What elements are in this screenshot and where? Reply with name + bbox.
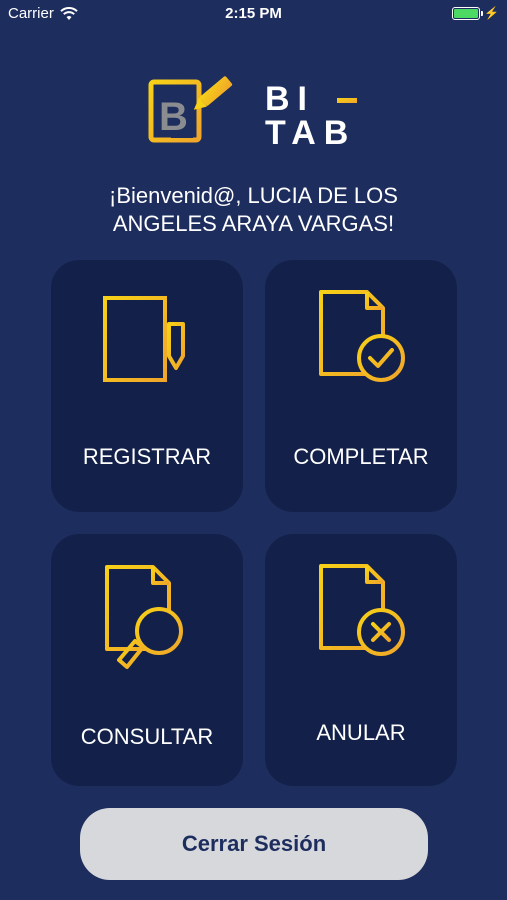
anular-button[interactable]: ANULAR [265, 534, 457, 786]
logo-text-line1: BI [265, 80, 315, 118]
document-cancel-icon [319, 564, 405, 656]
registrar-label: REGISTRAR [82, 444, 212, 469]
consultar-label: CONSULTAR [80, 724, 214, 749]
anular-label: ANULAR [316, 720, 406, 745]
logout-button[interactable]: Cerrar Sesión [80, 808, 428, 880]
document-search-icon [105, 565, 183, 669]
battery-status: ⚡ [452, 6, 499, 20]
status-time: 2:15 PM [225, 5, 282, 22]
document-check-icon [319, 290, 405, 382]
registrar-button[interactable]: REGISTRAR [51, 260, 243, 512]
welcome-line-1: ¡Bienvenid@, LUCIA DE LOS [109, 183, 398, 208]
app-logo: B BI TAB [148, 76, 357, 152]
logo-text-line2: TAB [265, 114, 356, 152]
battery-icon [452, 6, 484, 20]
completar-button[interactable]: COMPLETAR [265, 260, 457, 512]
b-pencil-logo-icon: B [148, 76, 233, 143]
completar-label: COMPLETAR [293, 444, 429, 469]
welcome-message: ¡Bienvenid@, LUCIA DE LOS ANGELES ARAYA … [40, 182, 467, 238]
document-pencil-icon [103, 296, 185, 382]
status-bar: Carrier 2:15 PM ⚡ [0, 0, 507, 28]
charging-bolt-icon: ⚡ [484, 6, 499, 20]
consultar-button[interactable]: CONSULTAR [51, 534, 243, 786]
welcome-line-2: ANGELES ARAYA VARGAS! [112, 211, 395, 236]
